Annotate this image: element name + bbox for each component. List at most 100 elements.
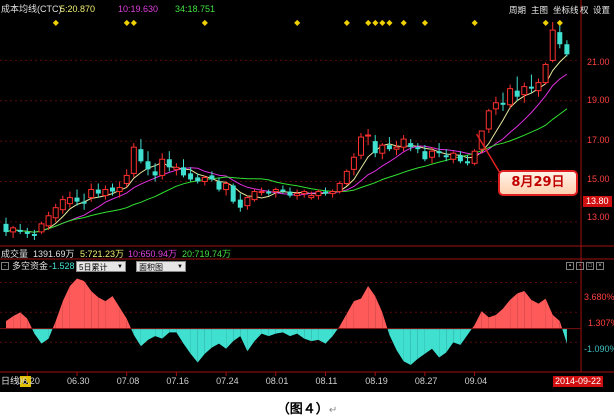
candle-body bbox=[528, 86, 534, 89]
minimize-icon[interactable]: ▫ bbox=[576, 262, 584, 270]
candle-body bbox=[323, 191, 328, 194]
menu-coordinate[interactable]: 坐标线 bbox=[553, 4, 579, 16]
candle-body bbox=[329, 191, 336, 195]
moneyflow-area bbox=[403, 328, 411, 365]
moneyflow-area bbox=[162, 328, 170, 339]
candle-body bbox=[514, 90, 520, 97]
moneyflow-area bbox=[197, 328, 205, 363]
moneyflow-area bbox=[148, 328, 156, 340]
menu-period[interactable]: 周期 bbox=[509, 4, 526, 16]
candle-body bbox=[301, 191, 308, 195]
candle-body bbox=[244, 197, 251, 207]
moneyflow-area bbox=[389, 328, 397, 350]
moneyflow-area bbox=[517, 291, 525, 329]
volume-total: 1391.69万 bbox=[33, 249, 75, 259]
event-marker-icon: ◆ bbox=[124, 18, 131, 27]
candle-body bbox=[230, 185, 236, 202]
candle-body bbox=[450, 152, 457, 160]
moneyflow-area bbox=[133, 328, 141, 347]
moneyflow-area bbox=[219, 328, 227, 349]
candle-body bbox=[308, 195, 315, 199]
date-tick-label: 08.11 bbox=[315, 376, 338, 386]
candle-body bbox=[436, 151, 442, 154]
moneyflow-area bbox=[62, 286, 70, 329]
moneyflow-area bbox=[311, 328, 319, 342]
moneyflow-area bbox=[387, 328, 390, 335]
ma34-value: 34:18.751 bbox=[175, 4, 216, 14]
candle-body bbox=[3, 223, 9, 232]
moneyflow-area bbox=[41, 328, 49, 344]
moneyflow-area bbox=[282, 328, 290, 337]
menu-main-chart[interactable]: 主图 bbox=[531, 4, 548, 16]
moneyflow-area bbox=[562, 328, 567, 344]
indicator-value: -1.528 bbox=[49, 261, 75, 271]
price-low-badge: 13.80 bbox=[583, 196, 612, 207]
restore-icon[interactable]: □ bbox=[586, 262, 594, 270]
candle-body bbox=[358, 136, 364, 156]
candle-body bbox=[223, 182, 230, 191]
event-marker-icon: ◆ bbox=[202, 18, 209, 27]
indicator-axis-low: -1.090% bbox=[584, 344, 614, 354]
moneyflow-area bbox=[20, 312, 28, 329]
candle-body bbox=[17, 229, 23, 232]
candle-body bbox=[38, 223, 45, 233]
candle-body bbox=[45, 215, 52, 227]
candle-body bbox=[216, 181, 222, 190]
indicator-axis-mid: 1.307% bbox=[588, 318, 614, 328]
moneyflow-area bbox=[254, 328, 262, 342]
ma5-value: 5:20.870 bbox=[60, 4, 96, 14]
moneyflow-area bbox=[55, 301, 63, 329]
price-label-17: 17.00 bbox=[587, 135, 610, 145]
date-callout: 8月29日 bbox=[498, 170, 578, 196]
candle-body bbox=[408, 143, 414, 148]
candle-body bbox=[343, 170, 350, 184]
event-marker-icon: ◆ bbox=[543, 18, 550, 27]
candle-body bbox=[31, 233, 37, 236]
moneyflow-area bbox=[361, 286, 369, 329]
candle-body bbox=[116, 187, 123, 193]
date-tick-label: 06.30 bbox=[67, 376, 90, 386]
candle-body bbox=[542, 63, 549, 84]
candle-body bbox=[237, 199, 243, 208]
date-tick-label: 08.19 bbox=[365, 376, 388, 386]
candle-body bbox=[95, 189, 101, 194]
moneyflow-area bbox=[375, 296, 383, 329]
candle-body bbox=[386, 145, 392, 150]
candle-body bbox=[564, 44, 570, 55]
moneyflow-area bbox=[190, 328, 198, 363]
moneyflow-area bbox=[368, 286, 376, 329]
candle-body bbox=[138, 149, 144, 162]
moneyflow-area bbox=[531, 299, 539, 329]
candle-body bbox=[507, 88, 514, 106]
moneyflow-area bbox=[474, 311, 482, 329]
period-select[interactable]: 5日累计 ▼ bbox=[76, 261, 126, 272]
period-select-label: 5日累计 bbox=[79, 263, 108, 272]
moneyflow-area bbox=[488, 314, 496, 329]
chart-type-select[interactable]: 面积图 ▼ bbox=[136, 261, 186, 272]
candle-body bbox=[549, 29, 556, 61]
date-tick-label: 08.27 bbox=[414, 376, 438, 386]
close-icon[interactable]: × bbox=[596, 262, 604, 270]
price-label-19: 19.00 bbox=[587, 95, 610, 105]
moneyflow-area bbox=[32, 328, 35, 334]
volume-ma20: 20:719.74万 bbox=[182, 249, 232, 259]
date-tick-label: 07.08 bbox=[116, 376, 140, 386]
candle-body bbox=[88, 189, 95, 199]
event-marker-icon: ◆ bbox=[557, 18, 564, 27]
return-mark: ↵ bbox=[328, 405, 338, 416]
window-control-icon[interactable]: ▪ bbox=[566, 262, 574, 270]
moneyflow-area bbox=[382, 312, 388, 329]
candle-body bbox=[350, 156, 357, 170]
collapse-icon[interactable]: - bbox=[1, 262, 9, 270]
candle-body bbox=[74, 197, 80, 202]
moneyflow-area bbox=[467, 328, 472, 335]
moneyflow-area bbox=[48, 328, 53, 339]
ma-line bbox=[5, 108, 568, 233]
price-label-15: 15.00 bbox=[587, 174, 610, 184]
menu-settings[interactable]: 设置 bbox=[593, 4, 610, 16]
moneyflow-area bbox=[176, 328, 184, 344]
moneyflow-area bbox=[27, 318, 33, 329]
candle-body bbox=[173, 166, 180, 170]
menu-right[interactable]: 权 bbox=[580, 4, 589, 16]
moneyflow-area bbox=[417, 328, 425, 359]
